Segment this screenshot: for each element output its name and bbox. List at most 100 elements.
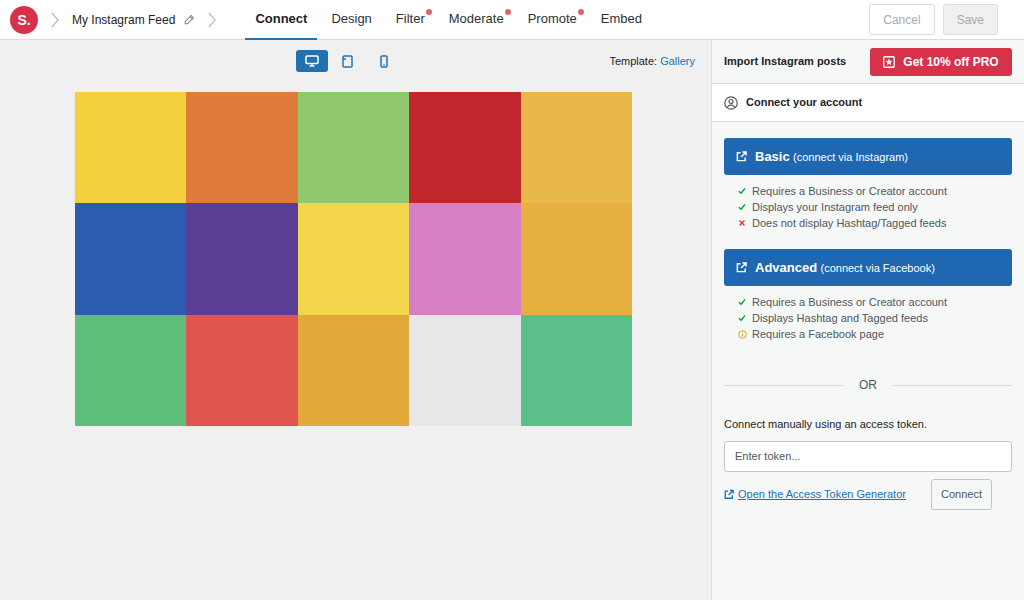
post-tile[interactable] — [521, 92, 632, 203]
option-note: (connect via Facebook) — [820, 262, 934, 274]
post-tile[interactable] — [298, 315, 409, 426]
token-label: Connect manually using an access token. — [724, 416, 1012, 433]
star-icon — [883, 56, 895, 68]
section-header: Connect your account — [712, 84, 1024, 122]
promo-button[interactable]: Get 10% off PRO — [870, 48, 1012, 76]
option-note: (connect via Instagram) — [793, 151, 908, 163]
editor: Template: Gallery Import Instagram posts… — [0, 40, 1024, 600]
notification-dot — [426, 9, 432, 15]
feature-text: Requires a Facebook page — [752, 326, 884, 342]
post-tile[interactable] — [409, 92, 520, 203]
external-link-icon — [736, 151, 747, 162]
feature-text: Requires a Business or Creator account — [752, 183, 947, 199]
side-panel: Import Instagram postsGet 10% off PRO Co… — [711, 40, 1024, 600]
cross-icon — [738, 219, 748, 227]
token-actions: Open the Access Token Generator Connect — [724, 479, 1012, 510]
info-icon — [738, 330, 748, 339]
post-tile[interactable] — [186, 203, 297, 314]
external-link-icon — [736, 262, 747, 273]
chevron-icon — [207, 12, 217, 28]
tab-label: Design — [331, 9, 371, 29]
divider-line — [724, 385, 843, 386]
feature-item: Requires a Business or Creator account — [738, 294, 1012, 310]
desktop-icon — [305, 55, 319, 67]
tab[interactable]: Promote — [518, 0, 587, 40]
device-button[interactable] — [368, 50, 400, 72]
connect-option-button[interactable]: Basic (connect via Instagram) — [724, 138, 1012, 175]
device-button[interactable] — [332, 50, 364, 72]
tablet-icon — [342, 55, 353, 68]
action-group: Cancel Save — [869, 4, 998, 35]
template-info: Template: Gallery — [609, 53, 695, 70]
post-tile[interactable] — [409, 315, 520, 426]
check-icon — [738, 187, 748, 195]
check-icon — [738, 203, 748, 211]
post-tile[interactable] — [186, 92, 297, 203]
feature-item: Displays your Instagram feed only — [738, 199, 1012, 215]
connect-option-button[interactable]: Advanced (connect via Facebook) — [724, 249, 1012, 286]
breadcrumb: S. My Instagram Feed — [10, 6, 229, 34]
link-text: Open the Access Token Generator — [738, 486, 906, 503]
post-tile[interactable] — [298, 92, 409, 203]
check-icon — [738, 314, 748, 322]
option-label: Advanced — [755, 260, 817, 275]
chevron-icon — [50, 12, 60, 28]
feature-list: Requires a Business or Creator accountDi… — [738, 183, 1012, 231]
notification-dot — [505, 9, 511, 15]
template-link[interactable]: Gallery — [660, 55, 695, 67]
logo[interactable]: S. — [10, 6, 38, 34]
post-tile[interactable] — [75, 203, 186, 314]
tab[interactable]: Embed — [591, 0, 652, 40]
top-bar: S. My Instagram Feed Connect Design Filter M… — [0, 0, 1024, 40]
feature-text: Displays Hashtag and Tagged feeds — [752, 310, 928, 326]
template-label: Template: — [609, 55, 657, 67]
connect-button[interactable]: Connect — [931, 479, 992, 510]
external-link-icon — [724, 489, 734, 500]
mobile-icon — [380, 55, 388, 68]
post-tile[interactable] — [409, 203, 520, 314]
user-icon — [724, 96, 738, 110]
feature-item: Requires a Business or Creator account — [738, 183, 1012, 199]
tab-label: Moderate — [449, 9, 504, 29]
tab-label: Promote — [528, 9, 577, 29]
feature-list: Requires a Business or Creator accountDi… — [738, 294, 1012, 342]
feature-item: Displays Hashtag and Tagged feeds — [738, 310, 1012, 326]
feature-text: Displays your Instagram feed only — [752, 199, 918, 215]
token-input[interactable] — [724, 441, 1012, 472]
tab-label: Connect — [255, 9, 307, 29]
option-text: Advanced (connect via Facebook) — [755, 258, 935, 278]
token-generator-link[interactable]: Open the Access Token Generator — [724, 486, 906, 503]
promo-label: Get 10% off PRO — [903, 53, 998, 71]
check-icon — [738, 298, 748, 306]
post-tile[interactable] — [186, 315, 297, 426]
tab[interactable]: Connect — [245, 0, 317, 40]
post-tile[interactable] — [298, 203, 409, 314]
option-text: Basic (connect via Instagram) — [755, 147, 908, 167]
panel-body: Basic (connect via Instagram) Requires a … — [712, 122, 1024, 526]
section-title: Connect your account — [746, 94, 862, 111]
tab-bar: Connect Design Filter Moderate Promote Embed — [245, 0, 652, 40]
divider-line — [893, 385, 1012, 386]
tab[interactable]: Moderate — [439, 0, 514, 40]
feature-item: Does not display Hashtag/Tagged feeds — [738, 215, 1012, 231]
device-switcher — [296, 50, 400, 72]
tab[interactable]: Design — [321, 0, 381, 40]
post-tile[interactable] — [75, 92, 186, 203]
tab[interactable]: Filter — [386, 0, 435, 40]
pencil-icon[interactable] — [183, 14, 195, 26]
save-button[interactable]: Save — [943, 4, 998, 35]
feature-item: Requires a Facebook page — [738, 326, 1012, 342]
device-button[interactable] — [296, 50, 328, 72]
panel-header: Import Instagram postsGet 10% off PRO — [712, 40, 1024, 84]
post-grid — [75, 92, 632, 426]
preview-toolbar: Template: Gallery — [0, 40, 711, 92]
preview-pane: Template: Gallery — [0, 40, 711, 600]
post-tile[interactable] — [521, 203, 632, 314]
notification-dot — [578, 9, 584, 15]
post-tile[interactable] — [521, 315, 632, 426]
feed-title[interactable]: My Instagram Feed — [72, 11, 175, 29]
cancel-button[interactable]: Cancel — [869, 4, 934, 35]
option-label: Basic — [755, 149, 790, 164]
post-tile[interactable] — [75, 315, 186, 426]
feature-text: Requires a Business or Creator account — [752, 294, 947, 310]
